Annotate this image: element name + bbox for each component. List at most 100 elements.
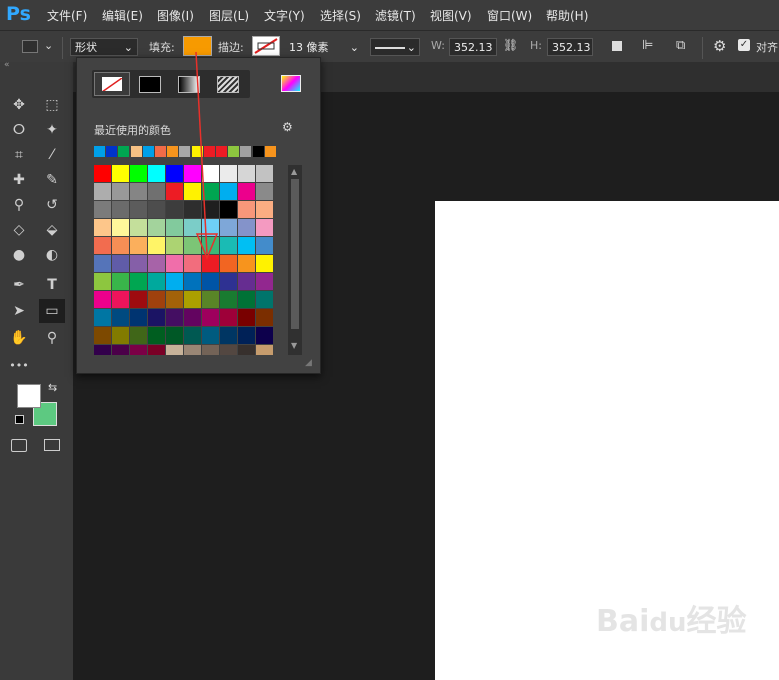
color-swatch[interactable] bbox=[202, 237, 219, 254]
color-swatch[interactable] bbox=[238, 165, 255, 182]
stroke-width-field[interactable]: 13 像素 ⌄ bbox=[284, 38, 364, 56]
color-swatch[interactable] bbox=[94, 165, 111, 182]
color-swatch[interactable] bbox=[112, 255, 129, 272]
no-fill-button[interactable] bbox=[94, 72, 130, 96]
zoom-tool-icon[interactable]: ⚲ bbox=[39, 326, 65, 350]
color-swatch[interactable] bbox=[130, 219, 147, 236]
recent-color-swatch[interactable] bbox=[106, 146, 118, 157]
color-swatch[interactable] bbox=[94, 345, 111, 355]
recent-color-swatch[interactable] bbox=[240, 146, 252, 157]
color-swatch[interactable] bbox=[112, 219, 129, 236]
color-swatch[interactable] bbox=[256, 255, 273, 272]
menu-view[interactable]: 视图(V) bbox=[430, 7, 472, 24]
color-swatch[interactable] bbox=[202, 255, 219, 272]
recent-color-swatch[interactable] bbox=[94, 146, 105, 157]
healing-brush-icon[interactable]: ✚ bbox=[6, 168, 32, 192]
paint-bucket-icon[interactable]: ⬙ bbox=[39, 218, 65, 242]
lasso-tool-icon[interactable]: ⵔ bbox=[6, 118, 32, 142]
color-swatch[interactable] bbox=[148, 309, 165, 326]
path-alignment-icon[interactable]: ⊫ bbox=[642, 38, 653, 53]
color-swatch[interactable] bbox=[256, 291, 273, 308]
color-swatch[interactable] bbox=[238, 345, 255, 355]
color-swatch[interactable] bbox=[94, 291, 111, 308]
color-swatch[interactable] bbox=[238, 273, 255, 290]
path-select-icon[interactable]: ➤ bbox=[6, 299, 32, 323]
move-tool-icon[interactable]: ✥ bbox=[6, 93, 32, 117]
color-swatch[interactable] bbox=[184, 219, 201, 236]
color-swatch[interactable] bbox=[256, 345, 273, 355]
magic-wand-icon[interactable]: ✦ bbox=[39, 118, 65, 142]
color-swatch[interactable] bbox=[256, 219, 273, 236]
height-field[interactable]: 352.13 像 bbox=[547, 38, 593, 56]
color-swatch[interactable] bbox=[202, 273, 219, 290]
blur-tool-icon[interactable]: ● bbox=[6, 243, 32, 267]
chevron-down-icon[interactable]: ▼ bbox=[291, 341, 297, 350]
gear-icon[interactable]: ⚙ bbox=[282, 120, 293, 134]
color-swatch[interactable] bbox=[202, 327, 219, 344]
color-swatch[interactable] bbox=[148, 345, 165, 355]
menu-select[interactable]: 选择(S) bbox=[320, 7, 361, 24]
color-swatch[interactable] bbox=[256, 201, 273, 218]
color-swatch[interactable] bbox=[130, 345, 147, 355]
color-swatch[interactable] bbox=[148, 219, 165, 236]
dodge-tool-icon[interactable]: ◐ bbox=[39, 243, 65, 267]
color-swatch[interactable] bbox=[184, 327, 201, 344]
color-swatch[interactable] bbox=[112, 183, 129, 200]
type-tool-icon[interactable]: T bbox=[39, 273, 65, 297]
color-swatch[interactable] bbox=[166, 255, 183, 272]
recent-color-swatch[interactable] bbox=[191, 146, 203, 157]
history-brush-icon[interactable]: ↺ bbox=[39, 193, 65, 217]
crop-tool-icon[interactable]: ⌗ bbox=[6, 143, 32, 167]
color-swatch[interactable] bbox=[184, 237, 201, 254]
color-swatch[interactable] bbox=[112, 309, 129, 326]
color-swatch[interactable] bbox=[166, 309, 183, 326]
menu-image[interactable]: 图像(I) bbox=[157, 7, 194, 24]
color-swatch[interactable] bbox=[220, 291, 237, 308]
recent-color-swatch[interactable] bbox=[167, 146, 179, 157]
color-swatch[interactable] bbox=[184, 255, 201, 272]
color-swatch[interactable] bbox=[238, 201, 255, 218]
color-swatch[interactable] bbox=[112, 291, 129, 308]
swatch-scrollbar[interactable]: ▲ ▼ bbox=[288, 165, 302, 355]
collapse-icon[interactable]: « bbox=[4, 60, 10, 70]
color-swatch[interactable] bbox=[202, 345, 219, 355]
path-arrangement-icon[interactable]: ⧉ bbox=[676, 38, 685, 53]
solid-color-button[interactable] bbox=[139, 76, 161, 93]
color-swatch[interactable] bbox=[94, 327, 111, 344]
color-swatch[interactable] bbox=[184, 309, 201, 326]
default-colors-icon[interactable] bbox=[15, 415, 24, 424]
color-swatch[interactable] bbox=[238, 237, 255, 254]
color-swatch[interactable] bbox=[112, 273, 129, 290]
color-swatch[interactable] bbox=[184, 291, 201, 308]
color-swatch[interactable] bbox=[94, 273, 111, 290]
color-swatch[interactable] bbox=[94, 309, 111, 326]
color-swatch[interactable] bbox=[202, 201, 219, 218]
tool-preset-icon[interactable] bbox=[22, 40, 38, 53]
color-swatch[interactable] bbox=[184, 273, 201, 290]
color-swatch[interactable] bbox=[220, 255, 237, 272]
color-swatch[interactable] bbox=[166, 273, 183, 290]
color-swatch[interactable] bbox=[202, 183, 219, 200]
more-tools-icon[interactable]: ••• bbox=[6, 353, 32, 377]
link-icon[interactable]: ⛓ bbox=[503, 38, 518, 52]
color-swatch[interactable] bbox=[202, 291, 219, 308]
swap-colors-icon[interactable]: ⇆ bbox=[48, 381, 57, 394]
color-swatch[interactable] bbox=[148, 273, 165, 290]
menu-edit[interactable]: 编辑(E) bbox=[102, 7, 143, 24]
gear-icon[interactable]: ⚙ bbox=[713, 37, 726, 55]
color-swatch[interactable] bbox=[94, 255, 111, 272]
color-swatch[interactable] bbox=[256, 327, 273, 344]
color-swatch[interactable] bbox=[238, 327, 255, 344]
color-swatch[interactable] bbox=[112, 237, 129, 254]
color-swatch[interactable] bbox=[220, 183, 237, 200]
color-swatch[interactable] bbox=[166, 237, 183, 254]
recent-color-swatch[interactable] bbox=[216, 146, 227, 157]
color-swatch[interactable] bbox=[148, 291, 165, 308]
color-swatch[interactable] bbox=[148, 201, 165, 218]
color-swatch[interactable] bbox=[94, 237, 111, 254]
recent-color-swatch[interactable] bbox=[142, 146, 154, 157]
mode-select[interactable]: 形状 ⌄ bbox=[70, 38, 138, 56]
recent-color-swatch[interactable] bbox=[203, 146, 215, 157]
color-picker-button[interactable] bbox=[281, 75, 301, 92]
color-swatch[interactable] bbox=[112, 345, 129, 355]
